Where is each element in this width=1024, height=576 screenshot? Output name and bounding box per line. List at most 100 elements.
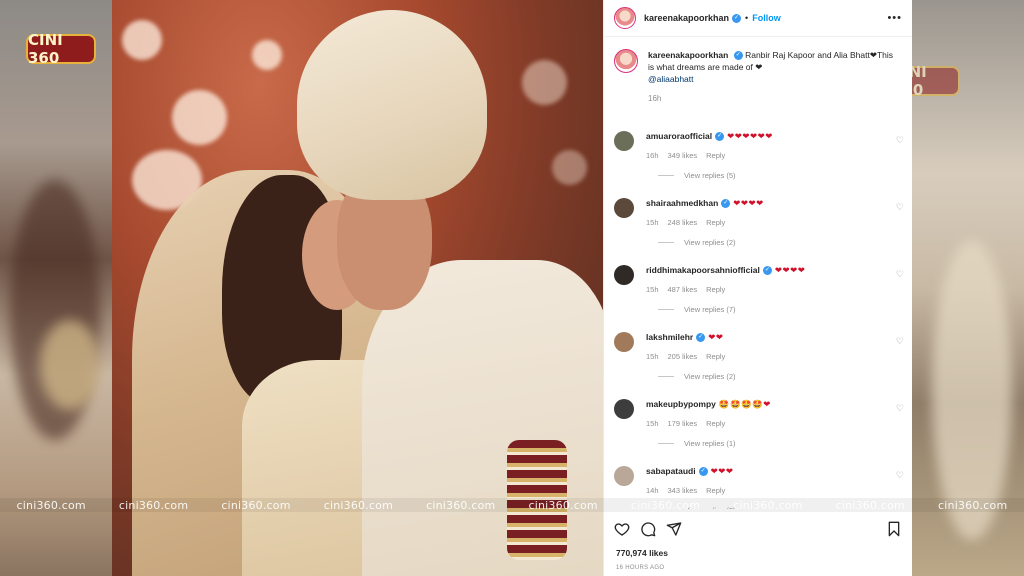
view-replies-button[interactable]: View replies (5) bbox=[658, 171, 902, 180]
view-replies-label[interactable]: View replies (2) bbox=[684, 372, 736, 381]
verified-badge-icon: ✓ bbox=[733, 51, 743, 61]
commenter-username[interactable]: sabapataudi bbox=[646, 466, 696, 476]
watermark-text: cini360.com bbox=[118, 498, 189, 512]
comment-text: ❤❤❤ bbox=[710, 466, 734, 476]
view-replies-label[interactable]: View replies (5) bbox=[684, 171, 736, 180]
comment-like-count[interactable]: 343 likes bbox=[668, 486, 698, 495]
caption-username[interactable]: kareenakapoorkhan bbox=[648, 50, 728, 60]
like-count[interactable]: 770,974 likes bbox=[616, 548, 668, 558]
comment-time: 15h bbox=[646, 352, 659, 361]
separator-dot: • bbox=[745, 13, 749, 23]
caption-avatar[interactable] bbox=[614, 49, 638, 73]
commenter-username[interactable]: lakshmilehr bbox=[646, 332, 693, 342]
view-replies-button[interactable]: View replies (2) bbox=[658, 238, 902, 247]
verified-badge-icon: ✓ bbox=[715, 132, 725, 142]
comment-text: ❤❤❤❤ bbox=[774, 265, 806, 275]
comment-like-count[interactable]: 487 likes bbox=[668, 285, 698, 294]
verified-badge-icon: ✓ bbox=[732, 13, 742, 23]
reply-button[interactable]: Reply bbox=[706, 151, 725, 160]
comment-text: ❤❤ bbox=[708, 332, 724, 342]
groom-turban bbox=[297, 10, 487, 200]
heart-icon[interactable]: ♡ bbox=[896, 403, 904, 414]
commenter-username[interactable]: shairaahmedkhan bbox=[646, 198, 718, 208]
verified-badge-icon: ✓ bbox=[721, 199, 731, 209]
caption-mention-link[interactable]: @aliaabhatt bbox=[648, 74, 694, 84]
commenter-avatar[interactable] bbox=[614, 131, 634, 151]
view-replies-button[interactable]: View replies (2) bbox=[658, 372, 902, 381]
verified-badge-icon: ✓ bbox=[698, 467, 708, 477]
comment-like-count[interactable]: 179 likes bbox=[668, 419, 698, 428]
commenter-avatar[interactable] bbox=[614, 399, 634, 419]
commenter-avatar[interactable] bbox=[614, 265, 634, 285]
reply-button[interactable]: Reply bbox=[706, 486, 725, 495]
logo-text: CINI 360 bbox=[28, 31, 63, 67]
comment-item: shairaahmedkhan ✓ ❤❤❤❤ 15h 248 likes Reply ♡ Vi… bbox=[604, 186, 912, 253]
author-avatar[interactable] bbox=[614, 7, 636, 29]
commenter-avatar[interactable] bbox=[614, 466, 634, 486]
reply-line-divider bbox=[658, 309, 674, 310]
post-caption: kareenakapoorkhan ✓ Ranbir Raj Kapoor an… bbox=[604, 37, 912, 105]
heart-icon[interactable]: ♡ bbox=[896, 135, 904, 146]
reply-button[interactable]: Reply bbox=[706, 419, 725, 428]
watermark-strip: cini360.com cini360.com cini360.com cini… bbox=[0, 498, 1024, 512]
blurred-outfit-shape bbox=[932, 240, 1012, 540]
reply-button[interactable]: Reply bbox=[706, 285, 725, 294]
verified-badge-icon: ✓ bbox=[696, 333, 706, 343]
view-replies-button[interactable]: View replies (7) bbox=[658, 305, 902, 314]
bookmark-icon[interactable] bbox=[886, 521, 902, 537]
follow-button[interactable]: Follow bbox=[752, 13, 781, 23]
comment-time: 15h bbox=[646, 285, 659, 294]
share-icon[interactable] bbox=[666, 521, 682, 537]
watermark-text: cini360.com bbox=[16, 498, 86, 512]
watermark-text: cini360.com bbox=[835, 498, 905, 512]
comment-text: ❤❤❤❤ bbox=[733, 198, 764, 208]
heart-icon[interactable]: ♡ bbox=[896, 269, 904, 280]
bokeh-light bbox=[122, 20, 162, 60]
heart-icon[interactable]: ♡ bbox=[896, 470, 904, 481]
caption-timestamp: 16h bbox=[648, 94, 662, 103]
reply-button[interactable]: Reply bbox=[706, 352, 725, 361]
watermark-text: cini360.com bbox=[323, 498, 394, 512]
bokeh-light bbox=[172, 90, 227, 145]
commenter-username[interactable]: makeupbypompy bbox=[646, 399, 716, 409]
bokeh-light bbox=[552, 150, 587, 185]
view-replies-label[interactable]: View replies (7) bbox=[684, 305, 736, 314]
post-header: kareenakapoorkhan ✓ • Follow ••• bbox=[604, 0, 912, 37]
comment-time: 15h bbox=[646, 419, 659, 428]
heart-icon[interactable] bbox=[614, 521, 630, 537]
reply-button[interactable]: Reply bbox=[706, 218, 725, 227]
comment-item: riddhimakapoorsahniofficial ✓ ❤❤❤❤ 15h 487 l… bbox=[604, 253, 912, 320]
comment-item: makeupbypompy 🤩🤩🤩🤩❤ 15h 179 likes Reply ♡ View… bbox=[604, 387, 912, 454]
comment-like-count[interactable]: 248 likes bbox=[668, 218, 698, 227]
commenter-username[interactable]: riddhimakapoorsahniofficial bbox=[646, 265, 760, 275]
comment-time: 15h bbox=[646, 218, 659, 227]
view-replies-button[interactable]: View replies (1) bbox=[658, 439, 902, 448]
comment-like-count[interactable]: 205 likes bbox=[668, 352, 698, 361]
blurred-background-left bbox=[0, 0, 112, 576]
watermark-text: cini360.com bbox=[528, 498, 598, 512]
reply-line-divider bbox=[658, 242, 674, 243]
view-replies-label[interactable]: View replies (1) bbox=[684, 439, 736, 448]
comment-like-count[interactable]: 349 likes bbox=[668, 151, 698, 160]
heart-icon[interactable]: ♡ bbox=[896, 336, 904, 347]
view-replies-label[interactable]: View replies (2) bbox=[684, 238, 736, 247]
watermark-text: cini360.com bbox=[221, 498, 291, 512]
post-photo[interactable] bbox=[112, 0, 603, 576]
commenter-username[interactable]: amuaroraofficial bbox=[646, 131, 712, 141]
reply-line-divider bbox=[658, 443, 674, 444]
author-username[interactable]: kareenakapoorkhan bbox=[644, 13, 729, 23]
reply-line-divider bbox=[658, 376, 674, 377]
more-options-icon[interactable]: ••• bbox=[887, 12, 902, 24]
instagram-post-panel: kareenakapoorkhan ✓ • Follow ••• kareena… bbox=[603, 0, 912, 576]
cini360-logo: CINI 360 bbox=[26, 31, 96, 67]
comment-item: amuaroraofficial ✓ ❤❤❤❤❤❤ 16h 349 likes Reply… bbox=[604, 119, 912, 186]
comment-icon[interactable] bbox=[640, 521, 656, 537]
blurred-earring-shape bbox=[40, 320, 100, 410]
commenter-avatar[interactable] bbox=[614, 332, 634, 352]
comment-time: 16h bbox=[646, 151, 659, 160]
comments-scroll-area[interactable]: kareenakapoorkhan ✓ Ranbir Raj Kapoor an… bbox=[604, 37, 912, 509]
commenter-avatar[interactable] bbox=[614, 198, 634, 218]
heart-icon[interactable]: ♡ bbox=[896, 202, 904, 213]
watermark-text: cini360.com bbox=[426, 498, 496, 512]
action-bar bbox=[614, 518, 902, 540]
